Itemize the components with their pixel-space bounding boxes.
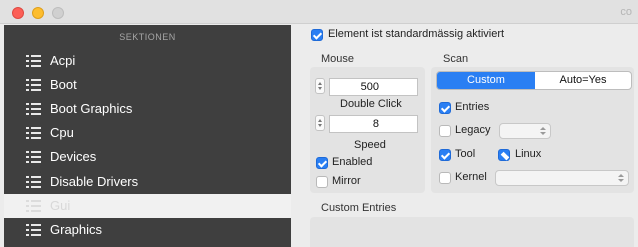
speed-field[interactable]: 8 (329, 115, 418, 133)
sidebar-item-devices[interactable]: Devices (4, 145, 291, 169)
kernel-select[interactable] (495, 170, 629, 186)
sidebar-item-disable-drivers[interactable]: Disable Drivers (4, 170, 291, 194)
scan-group: Custom Auto=Yes Entries Legacy Tool Linu… (431, 67, 634, 193)
chevron-updown-icon (618, 173, 624, 183)
sidebar-header: SEKTIONEN (119, 32, 176, 42)
content-panel: Element ist standardmässig aktiviert Mou… (291, 25, 638, 247)
sidebar-item-label: Devices (50, 149, 97, 164)
mouse-enabled-checkbox[interactable] (316, 157, 328, 169)
enabled-by-default-label: Element ist standardmässig aktiviert (328, 28, 505, 40)
custom-entries-table[interactable] (310, 217, 634, 247)
scan-tool-label: Tool (455, 148, 476, 160)
scan-tool-checkbox[interactable] (439, 149, 451, 161)
sidebar-item-label: Disable Drivers (50, 174, 139, 189)
list-icon (26, 176, 41, 188)
title-bar: co (0, 0, 638, 24)
scan-legacy-checkbox[interactable] (439, 125, 451, 137)
sidebar-item-acpi[interactable]: Acpi (4, 49, 291, 73)
sidebar-item-boot[interactable]: Boot (4, 73, 291, 97)
double-click-label: Double Click (340, 98, 402, 110)
sidebar-item-label: Graphics (50, 222, 103, 237)
sidebar-item-label: Boot Graphics (50, 101, 133, 116)
legacy-select[interactable] (499, 123, 551, 139)
double-click-field[interactable]: 500 (329, 78, 418, 96)
mouse-mirror-checkbox[interactable] (316, 176, 328, 188)
scan-kernel-label: Kernel (455, 171, 487, 183)
speed-label: Speed (354, 139, 386, 151)
custom-entries-title: Custom Entries (321, 202, 397, 214)
scan-mode-auto-segment[interactable]: Auto=Yes (535, 72, 631, 89)
list-icon (26, 103, 41, 115)
sidebar-item-label: Cpu (50, 125, 74, 140)
scan-linux-checkbox[interactable] (498, 149, 510, 161)
mouse-enabled-label: Enabled (332, 156, 373, 168)
list-icon (26, 127, 41, 139)
scan-entries-checkbox[interactable] (439, 102, 451, 114)
enabled-by-default-checkbox[interactable] (311, 29, 323, 41)
window: co SEKTIONEN Acpi Boot Boot Graphics Cpu… (0, 0, 638, 247)
list-icon (26, 151, 41, 163)
scan-legacy-label: Legacy (455, 124, 491, 136)
scan-linux-label: Linux (515, 148, 542, 160)
sidebar-item-gui[interactable]: Gui (4, 194, 291, 218)
scan-mode-segmented-control[interactable]: Custom Auto=Yes (436, 71, 632, 90)
mouse-group: 500 Double Click 8 Speed Enabled Mirror (310, 67, 425, 193)
scan-kernel-checkbox[interactable] (439, 172, 451, 184)
list-icon (26, 55, 41, 67)
sidebar-item-boot-graphics[interactable]: Boot Graphics (4, 97, 291, 121)
scan-entries-label: Entries (455, 101, 490, 113)
list-icon (26, 224, 41, 236)
minimize-button[interactable] (32, 7, 44, 19)
mouse-mirror-label: Mirror (332, 175, 361, 187)
zoom-button[interactable] (52, 7, 64, 19)
sidebar-item-label: Gui (50, 198, 71, 213)
list-icon (26, 200, 41, 212)
mouse-section-title: Mouse (321, 53, 355, 65)
speed-stepper[interactable] (315, 115, 325, 131)
sidebar-item-label: Boot (50, 77, 77, 92)
double-click-stepper[interactable] (315, 78, 325, 94)
list-icon (26, 79, 41, 91)
window-title: co (620, 6, 632, 18)
scan-mode-custom-segment[interactable]: Custom (437, 72, 535, 89)
sidebar-item-label: Acpi (50, 53, 76, 68)
sidebar: SEKTIONEN Acpi Boot Boot Graphics Cpu De… (4, 25, 291, 247)
chevron-updown-icon (540, 126, 546, 136)
sidebar-item-cpu[interactable]: Cpu (4, 121, 291, 145)
close-button[interactable] (12, 7, 24, 19)
scan-section-title: Scan (443, 53, 469, 65)
sidebar-item-graphics[interactable]: Graphics (4, 218, 291, 242)
